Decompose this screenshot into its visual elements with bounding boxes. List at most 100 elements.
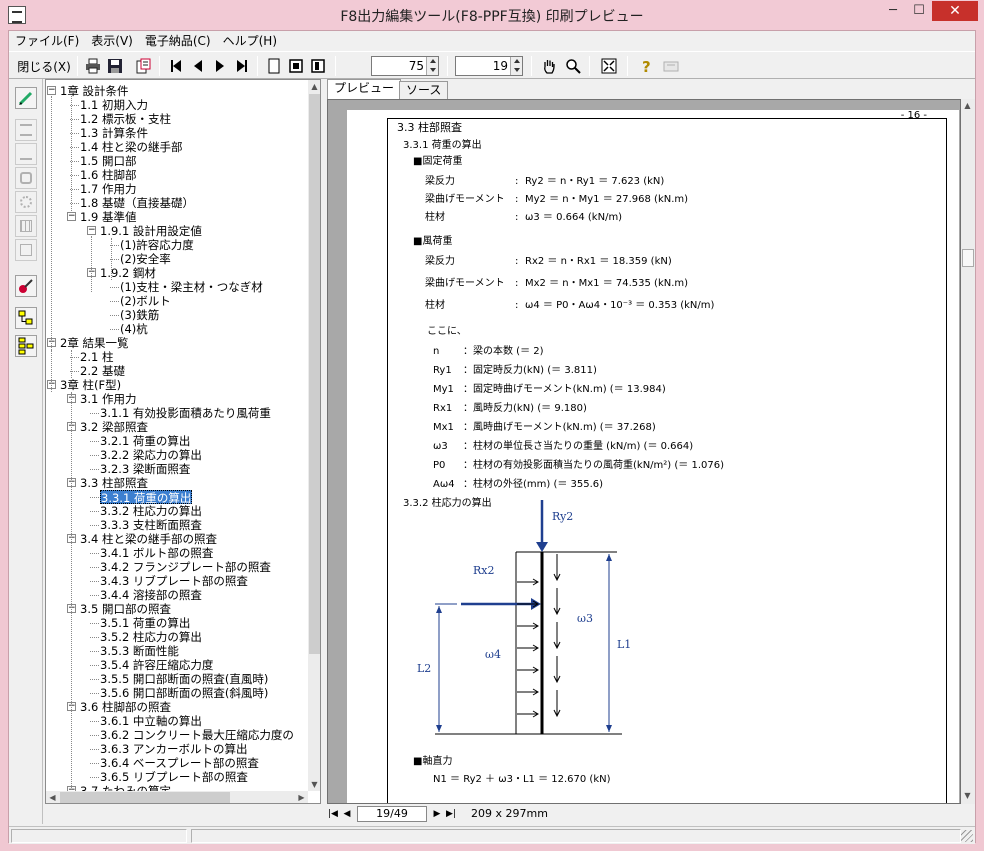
tree-scroll-thumb[interactable] — [309, 94, 320, 654]
nav-page-field[interactable]: 19/49 — [357, 806, 427, 822]
zoom-button[interactable] — [563, 55, 583, 77]
scroll-left-arrow-icon[interactable]: ◀ — [46, 791, 59, 803]
tree-item[interactable]: 3.5.4 許容圧縮応力度 — [100, 658, 213, 672]
disabled-tool-button[interactable] — [661, 55, 681, 77]
nav-first-icon[interactable]: |◀ — [327, 807, 339, 821]
tree-item[interactable]: 3.4.3 リブプレート部の照査 — [100, 574, 248, 588]
menu-item-0[interactable]: ファイル(F) — [9, 31, 85, 51]
scroll-right-arrow-icon[interactable]: ▶ — [295, 791, 308, 803]
close-window-button[interactable]: ✕ — [932, 1, 978, 21]
tree-item[interactable]: 3.3.2 柱応力の算出 — [100, 504, 202, 518]
tree-item[interactable]: 3.4.1 ボルト部の照査 — [100, 546, 213, 560]
resize-grip-icon[interactable] — [961, 830, 973, 842]
zoom-spin-arrows[interactable] — [426, 57, 438, 75]
tree-item[interactable]: 2.2 基礎 — [80, 364, 125, 378]
tree-item[interactable]: 3.4.4 溶接部の照査 — [100, 588, 202, 602]
title-bar[interactable]: F8出力編集ツール(F8-PPF互換) 印刷プレビュー ─ ☐ ✕ — [0, 0, 984, 30]
tool-button-4[interactable] — [15, 167, 37, 189]
tab-source[interactable]: ソース — [399, 81, 449, 99]
tree-item[interactable]: 3.5.3 断面性能 — [100, 644, 179, 658]
tree-item[interactable]: 3.6.3 アンカーボルトの算出 — [100, 742, 247, 756]
maximize-button[interactable]: ☐ — [906, 1, 932, 21]
preview-area[interactable]: - 16 - 3.3 柱部照査 3.3.1 荷重の算出 ■固定荷重 梁反力: Ry2 ＝… — [327, 99, 961, 804]
brush-button[interactable] — [15, 275, 37, 297]
fullscreen-button[interactable] — [599, 55, 619, 77]
tree-item[interactable]: (2)安全率 — [120, 252, 171, 266]
tree-item[interactable]: 1.8 基礎（直接基礎） — [80, 196, 194, 210]
tree-item[interactable]: 1.2 標示板・支柱 — [80, 112, 171, 126]
tree-item[interactable]: 1.4 柱と梁の継手部 — [80, 140, 182, 154]
scroll-up-arrow-icon[interactable]: ▲ — [961, 99, 974, 112]
export-button[interactable] — [133, 55, 153, 77]
tree-item[interactable]: 3.5.1 荷重の算出 — [100, 616, 190, 630]
tree-item[interactable]: 1.9.2 鋼材 — [100, 266, 156, 280]
tree-item[interactable]: 1.6 柱脚部 — [80, 168, 136, 182]
tool-button-6[interactable] — [15, 215, 37, 237]
menu-item-1[interactable]: 表示(V) — [85, 31, 139, 51]
scroll-up-arrow-icon[interactable]: ▲ — [308, 80, 320, 93]
tool-button-3[interactable] — [15, 143, 37, 165]
tree-item[interactable]: 3.6.2 コンクリート最大圧縮応力度の — [100, 728, 294, 742]
tree-item[interactable]: 3.1 作用力 — [80, 392, 136, 406]
preview-scroll-thumb[interactable] — [962, 249, 974, 267]
tree-item[interactable]: 3.2.3 梁断面照査 — [100, 462, 190, 476]
tree-item[interactable]: 3.4 柱と梁の継手部の照査 — [80, 532, 217, 546]
first-page-button[interactable] — [167, 55, 185, 77]
preview-vertical-scrollbar[interactable]: ▲ ▼ — [961, 99, 975, 804]
tree-item[interactable]: 1.7 作用力 — [80, 182, 136, 196]
tree-item[interactable]: 3.6.1 中立軸の算出 — [100, 714, 202, 728]
tree-item[interactable]: 1.5 開口部 — [80, 154, 136, 168]
tree-item[interactable]: (4)杭 — [120, 322, 148, 336]
tree-item[interactable]: (3)鉄筋 — [120, 308, 159, 322]
tree-item[interactable]: (2)ボルト — [120, 294, 171, 308]
print-button[interactable] — [83, 55, 103, 77]
tree-item[interactable]: 1.1 初期入力 — [80, 98, 148, 112]
tree-item[interactable]: 1.3 計算条件 — [80, 126, 148, 140]
tree-item[interactable]: 3章 柱(F型) — [60, 378, 121, 392]
tree-item[interactable]: 3.6.5 リブプレート部の照査 — [100, 770, 248, 784]
tree-item[interactable]: 2章 結果一覧 — [60, 336, 128, 350]
tree-collapse-icon[interactable]: − — [47, 86, 56, 95]
menu-item-2[interactable]: 電子納品(C) — [139, 31, 217, 51]
tree-vertical-scrollbar[interactable]: ▲ ▼ — [308, 80, 320, 791]
tree-item[interactable]: 3.5.6 開口部断面の照査(斜風時) — [100, 686, 268, 700]
tree-item[interactable]: 2.1 柱 — [80, 350, 113, 364]
tree-item[interactable]: 1.9.1 設計用設定値 — [100, 224, 202, 238]
tree-horizontal-scrollbar[interactable]: ◀ ▶ — [46, 791, 308, 803]
close-preview-button[interactable]: 閉じる(X) — [15, 55, 73, 77]
tree-item[interactable]: 3.5 開口部の照査 — [80, 602, 171, 616]
tree-item[interactable]: 3.6.4 ベースプレート部の照査 — [100, 756, 259, 770]
page-spin-arrows[interactable] — [510, 57, 522, 75]
next-page-button[interactable] — [211, 55, 229, 77]
page-spinner[interactable]: 19 — [455, 56, 523, 76]
tree-item[interactable]: 1.9 基準値 — [80, 210, 136, 224]
tree-item[interactable]: (1)許容応力度 — [120, 238, 194, 252]
tree-item[interactable]: 3.5.5 開口部断面の照査(直風時) — [100, 672, 268, 686]
scroll-down-arrow-icon[interactable]: ▼ — [308, 778, 320, 791]
fit-page-button[interactable] — [309, 55, 327, 77]
hierarchy-button[interactable] — [15, 335, 37, 357]
tree-item[interactable]: 3.3.3 支柱断面照査 — [100, 518, 202, 532]
nav-next-icon[interactable]: ▶ — [431, 807, 443, 821]
tree-item[interactable]: 3.6 柱脚部の照査 — [80, 700, 171, 714]
pan-hand-button[interactable] — [539, 55, 559, 77]
last-page-button[interactable] — [233, 55, 251, 77]
edit-pen-button[interactable] — [15, 87, 37, 109]
tree-item[interactable]: 3.3 柱部照査 — [80, 476, 148, 490]
tool-button-2[interactable] — [15, 119, 37, 141]
minimize-button[interactable]: ─ — [880, 1, 906, 21]
save-button[interactable] — [105, 55, 125, 77]
nav-prev-icon[interactable]: ◀ — [341, 807, 353, 821]
tree-item[interactable]: 3.2.1 荷重の算出 — [100, 434, 190, 448]
tree-item[interactable]: (1)支柱・梁主材・つなぎ材 — [120, 280, 263, 294]
menu-item-3[interactable]: ヘルプ(H) — [217, 31, 283, 51]
tree-collapse-icon[interactable]: − — [67, 212, 76, 221]
tree-item[interactable]: 3.3.1 荷重の算出 — [100, 490, 193, 505]
zoom-spinner[interactable]: 75 — [371, 56, 439, 76]
tab-preview[interactable]: プレビュー — [327, 79, 402, 99]
help-button[interactable]: ? — [637, 55, 657, 77]
tool-button-7[interactable] — [15, 239, 37, 261]
tree-collapse-icon[interactable]: − — [87, 226, 96, 235]
single-page-button[interactable] — [265, 55, 283, 77]
prev-page-button[interactable] — [189, 55, 207, 77]
